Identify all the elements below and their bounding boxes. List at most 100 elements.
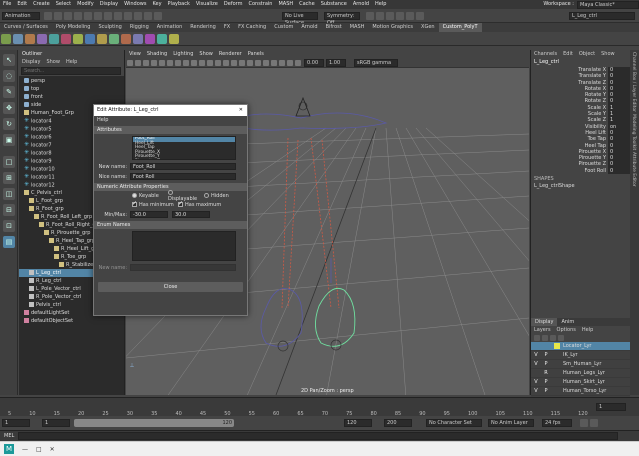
render-icon[interactable] xyxy=(366,11,374,20)
freeze-transform-icon[interactable] xyxy=(145,33,155,44)
arnold-icon[interactable] xyxy=(416,11,424,20)
range-bar[interactable]: 120 xyxy=(74,418,234,427)
persp-graph-layout-icon[interactable]: ⊟ xyxy=(3,204,15,216)
shelf-tab-poly-modeling[interactable]: Poly Modeling xyxy=(52,23,95,32)
layer-playback-toggle[interactable]: P xyxy=(541,387,551,395)
side-tab[interactable]: Channel Box / Layer Editor xyxy=(631,52,636,112)
group-icon[interactable] xyxy=(133,33,143,44)
channel-menu-channels[interactable]: Channels xyxy=(531,50,560,58)
start-time-field[interactable]: 1 xyxy=(2,418,30,427)
gate-mask-icon[interactable] xyxy=(183,59,189,66)
film-gate-icon[interactable] xyxy=(167,59,173,66)
safe-action-icon[interactable] xyxy=(199,59,205,66)
anim-layer-dropdown[interactable]: No Anim Layer xyxy=(488,418,534,427)
range-start-field[interactable]: 1 xyxy=(42,418,70,427)
four-pane-layout-icon[interactable]: ⊞ xyxy=(3,172,15,184)
has-minimum-checkbox[interactable] xyxy=(132,200,137,207)
taskbar-close-icon[interactable]: ✕ xyxy=(50,446,55,453)
channel-menu-show[interactable]: Show xyxy=(598,50,618,58)
menu-create[interactable]: Create xyxy=(30,0,53,9)
motion-blur-icon[interactable] xyxy=(263,59,269,66)
paint-select-icon[interactable]: ✎ xyxy=(3,86,15,98)
ambient-occlusion-icon[interactable] xyxy=(255,59,261,66)
plane-icon[interactable] xyxy=(73,33,83,44)
channel-row[interactable]: Foot Roll 0 xyxy=(531,167,630,175)
outliner-item[interactable]: defaultObjectSet xyxy=(19,317,124,325)
shelf-tab-motion-graphics[interactable]: Motion Graphics xyxy=(368,23,417,32)
nice-name-input[interactable]: Foot Roll xyxy=(130,173,236,180)
render-view-icon[interactable] xyxy=(406,11,414,20)
side-tab[interactable]: Modeling Toolkit xyxy=(631,114,636,150)
minimize-icon[interactable]: — xyxy=(22,446,28,453)
menu-constrain[interactable]: Constrain xyxy=(245,0,275,9)
cone-icon[interactable] xyxy=(61,33,71,44)
shelf-tab-curves-surfaces[interactable]: Curves / Surfaces xyxy=(0,23,52,32)
cube-icon[interactable] xyxy=(37,33,47,44)
restore-icon[interactable]: □ xyxy=(36,446,42,453)
menu-substance[interactable]: Substance xyxy=(318,0,350,9)
menu-playback[interactable]: Playback xyxy=(165,0,193,9)
bookmark-icon[interactable] xyxy=(143,59,149,66)
menu-help[interactable]: Help xyxy=(372,0,389,9)
shelf-tab-rendering[interactable]: Rendering xyxy=(186,23,220,32)
layer-visibility-toggle[interactable]: V xyxy=(531,351,541,359)
enum-section[interactable]: Enum Names xyxy=(94,221,247,229)
outliner-menu-display[interactable]: Display xyxy=(19,58,43,66)
viewport-menu-shading[interactable]: Shading xyxy=(144,50,170,58)
close-icon[interactable]: ✕ xyxy=(239,105,247,116)
menu-key[interactable]: Key xyxy=(149,0,164,9)
layer-color-swatch[interactable] xyxy=(554,388,560,394)
shelf-tab-custom-polyt[interactable]: Custom_PolyT xyxy=(438,23,482,32)
viewport-menu-panels[interactable]: Panels xyxy=(245,50,267,58)
side-tab[interactable]: Attribute Editor xyxy=(631,152,636,187)
menu-file[interactable]: File xyxy=(0,0,14,9)
side-by-side-layout-icon[interactable]: ◫ xyxy=(3,188,15,200)
viewport-menu-renderer[interactable]: Renderer xyxy=(216,50,245,58)
channel-menu-edit[interactable]: Edit xyxy=(560,50,576,58)
torus-icon[interactable] xyxy=(85,33,95,44)
resolution-gate-icon[interactable] xyxy=(175,59,181,66)
shelf-tab-custom[interactable]: Custom xyxy=(270,23,297,32)
keyable-radio[interactable] xyxy=(132,192,137,198)
lasso-tool-icon[interactable]: ◌ xyxy=(3,70,15,82)
xray-joints-icon[interactable] xyxy=(295,59,301,66)
layer-row[interactable]: V P Human_Torso_Lyr xyxy=(531,387,630,397)
snap-curve-icon[interactable] xyxy=(134,11,142,20)
fps-dropdown[interactable]: 24 fps xyxy=(542,418,572,427)
outliner-item[interactable]: front xyxy=(19,93,124,101)
layer-playback-toggle[interactable]: P xyxy=(541,360,551,368)
lights-icon[interactable] xyxy=(239,59,245,66)
menu-visualize[interactable]: Visualize xyxy=(193,0,221,9)
layer-playback-toggle[interactable]: P xyxy=(541,378,551,386)
attribute-list-item[interactable]: Pirouette_Y xyxy=(133,155,235,159)
grid-icon[interactable] xyxy=(159,59,165,66)
delete-history-icon[interactable] xyxy=(169,33,179,44)
menu-arnold[interactable]: Arnold xyxy=(350,0,372,9)
object-name-field[interactable]: L_Leg_ctrl xyxy=(569,11,635,20)
select-object-icon[interactable] xyxy=(104,11,112,20)
outliner-item[interactable]: top xyxy=(19,85,124,93)
textured-icon[interactable] xyxy=(231,59,237,66)
layer-visibility-toggle[interactable]: V xyxy=(531,360,541,368)
menu-display[interactable]: Display xyxy=(97,0,121,9)
live-surface-field[interactable]: No Live Surface xyxy=(282,11,318,26)
min-value-input[interactable]: -30.0 xyxy=(130,211,168,218)
layer-menu-options[interactable]: Options xyxy=(554,326,579,334)
move-tool-icon[interactable]: ✥ xyxy=(3,102,15,114)
undo-icon[interactable] xyxy=(74,11,82,20)
layer-playback-toggle[interactable]: R xyxy=(541,369,551,377)
persp-outliner-layout-icon[interactable]: ⊡ xyxy=(3,220,15,232)
exposure-field[interactable]: 0.00 xyxy=(304,58,324,67)
layer-up-icon[interactable] xyxy=(534,335,540,342)
menu-modify[interactable]: Modify xyxy=(74,0,97,9)
xray-icon[interactable] xyxy=(287,59,293,66)
left-leg-control-curve[interactable] xyxy=(315,287,356,347)
isolate-select-icon[interactable] xyxy=(279,59,285,66)
auto-key-icon[interactable] xyxy=(580,418,588,427)
layer-playback-toggle[interactable]: P xyxy=(541,351,551,359)
viewport-menu-lighting[interactable]: Lighting xyxy=(170,50,196,58)
outliner-layout-icon[interactable]: ▤ xyxy=(3,236,15,248)
hidden-option[interactable]: Hidden xyxy=(204,192,229,199)
new-layer-icon[interactable] xyxy=(550,335,556,342)
pelvis-locator[interactable] xyxy=(295,96,311,117)
